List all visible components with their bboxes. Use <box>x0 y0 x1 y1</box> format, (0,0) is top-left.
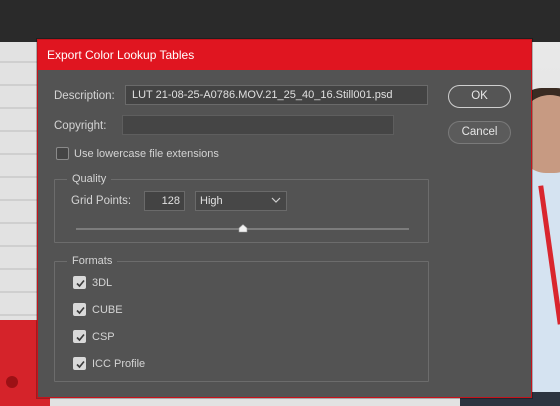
copyright-label: Copyright: <box>54 120 107 132</box>
format-cube-label: CUBE <box>92 304 123 316</box>
format-3dl-checkbox[interactable] <box>73 276 86 289</box>
format-icc-profile-label: ICC Profile <box>92 358 146 370</box>
export-color-lookup-dialog: Export Color Lookup Tables Description: … <box>37 39 532 398</box>
format-icc-profile-checkbox[interactable] <box>73 357 86 370</box>
checkmark-icon <box>76 360 85 369</box>
checkmark-icon <box>76 279 85 288</box>
format-csp-label: CSP <box>92 331 115 343</box>
description-label: Description: <box>54 90 115 102</box>
quality-preset-value: High <box>200 195 223 207</box>
app-top-bar <box>0 0 560 42</box>
grid-points-label: Grid Points: <box>71 195 132 207</box>
format-3dl-label: 3DL <box>92 277 113 289</box>
checkmark-icon <box>76 306 85 315</box>
grid-points-field[interactable]: 128 <box>144 191 185 211</box>
format-csp-checkbox[interactable] <box>73 330 86 343</box>
formats-group-title: Formats <box>67 254 118 268</box>
format-cube-checkbox[interactable] <box>73 303 86 316</box>
description-field[interactable]: LUT 21-08-25-A0786.MOV.21_25_40_16.Still… <box>125 85 428 105</box>
quality-preset-select[interactable]: High <box>195 191 287 211</box>
lowercase-extensions-checkbox[interactable] <box>56 147 69 160</box>
chevron-down-icon <box>271 197 281 203</box>
quality-slider-thumb[interactable] <box>238 224 248 233</box>
ok-button[interactable]: OK <box>448 85 511 108</box>
checkmark-icon <box>76 333 85 342</box>
cancel-button[interactable]: Cancel <box>448 121 511 144</box>
formats-group: Formats 3DL CUBE CSP ICC Profile <box>54 254 429 382</box>
quality-group-title: Quality <box>67 172 112 186</box>
dialog-title: Export Color Lookup Tables <box>38 40 531 70</box>
lowercase-extensions-label: Use lowercase file extensions <box>74 148 219 160</box>
quality-group: Quality Grid Points: 128 High <box>54 172 429 243</box>
copyright-field[interactable] <box>122 115 394 135</box>
